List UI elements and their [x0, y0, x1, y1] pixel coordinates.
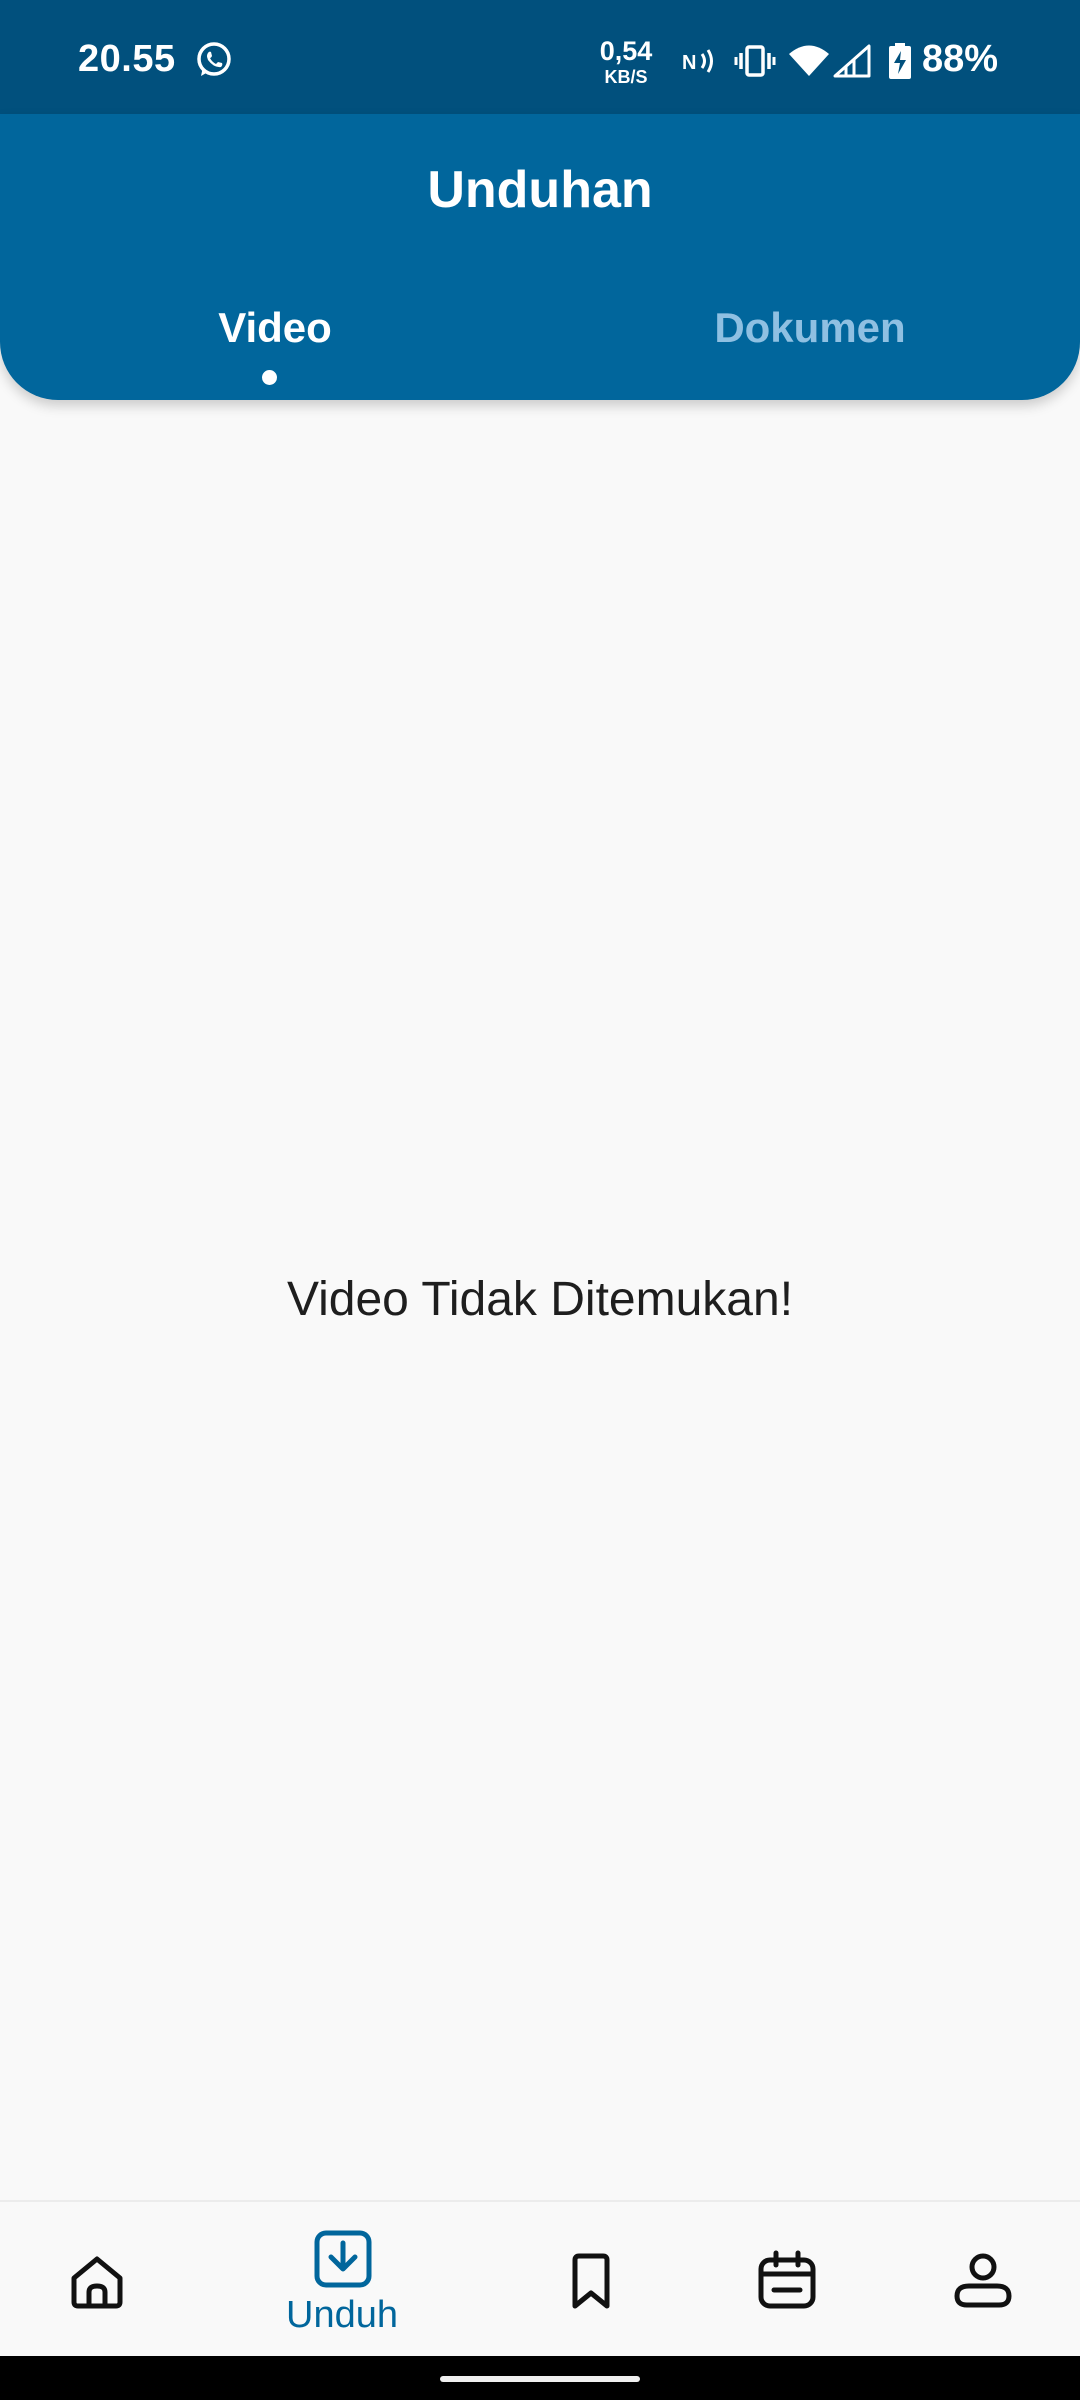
nav-item-calendar[interactable] — [736, 2202, 836, 2358]
page-title: Unduhan — [427, 161, 653, 219]
nav-item-bookmark[interactable] — [540, 2202, 640, 2358]
nav-item-unduh-label: Unduh — [286, 2294, 398, 2336]
svg-text:N: N — [682, 52, 696, 74]
cellular-signal-icon — [833, 44, 871, 78]
wifi-icon — [789, 45, 829, 76]
nav-item-home[interactable] — [48, 2202, 148, 2358]
battery-percentage: 88% — [922, 38, 999, 80]
network-speed-unit: KB/S — [604, 67, 648, 87]
nfc-icon: N — [682, 49, 713, 74]
active-tab-indicator — [262, 370, 277, 385]
home-icon — [71, 2256, 123, 2309]
nav-item-unduh[interactable]: Unduh — [262, 2202, 422, 2358]
status-bar: 20.55 0,54 KB/S N 88% — [0, 0, 1080, 114]
status-time: 20.55 — [78, 38, 176, 80]
empty-state-message: Video Tidak Ditemukan! — [286, 1273, 794, 1326]
profile-icon — [954, 2253, 1012, 2308]
calendar-icon — [758, 2250, 816, 2309]
network-speed: 0,54 KB/S — [588, 36, 664, 87]
bottom-navigation: Unduh — [0, 2200, 1080, 2356]
screen: 20.55 0,54 KB/S N 88% Unduhan Video Doku… — [0, 0, 1080, 2400]
network-speed-value: 0,54 — [599, 36, 653, 66]
battery-charging-icon — [889, 43, 911, 79]
vibrate-icon — [734, 45, 776, 77]
tab-video-label: Video — [218, 304, 332, 351]
tab-video[interactable]: Video — [0, 304, 540, 352]
tab-dokumen-label: Dokumen — [714, 304, 906, 351]
download-icon — [314, 2230, 372, 2288]
bookmark-icon — [572, 2253, 610, 2309]
gesture-navigation-area — [0, 2356, 1080, 2400]
tab-dokumen[interactable]: Dokumen — [540, 304, 1080, 352]
app-header: Unduhan Video Dokumen — [0, 114, 1080, 400]
nav-item-profile[interactable] — [932, 2202, 1032, 2358]
whatsapp-icon — [197, 42, 231, 76]
gesture-handle[interactable] — [440, 2376, 640, 2382]
